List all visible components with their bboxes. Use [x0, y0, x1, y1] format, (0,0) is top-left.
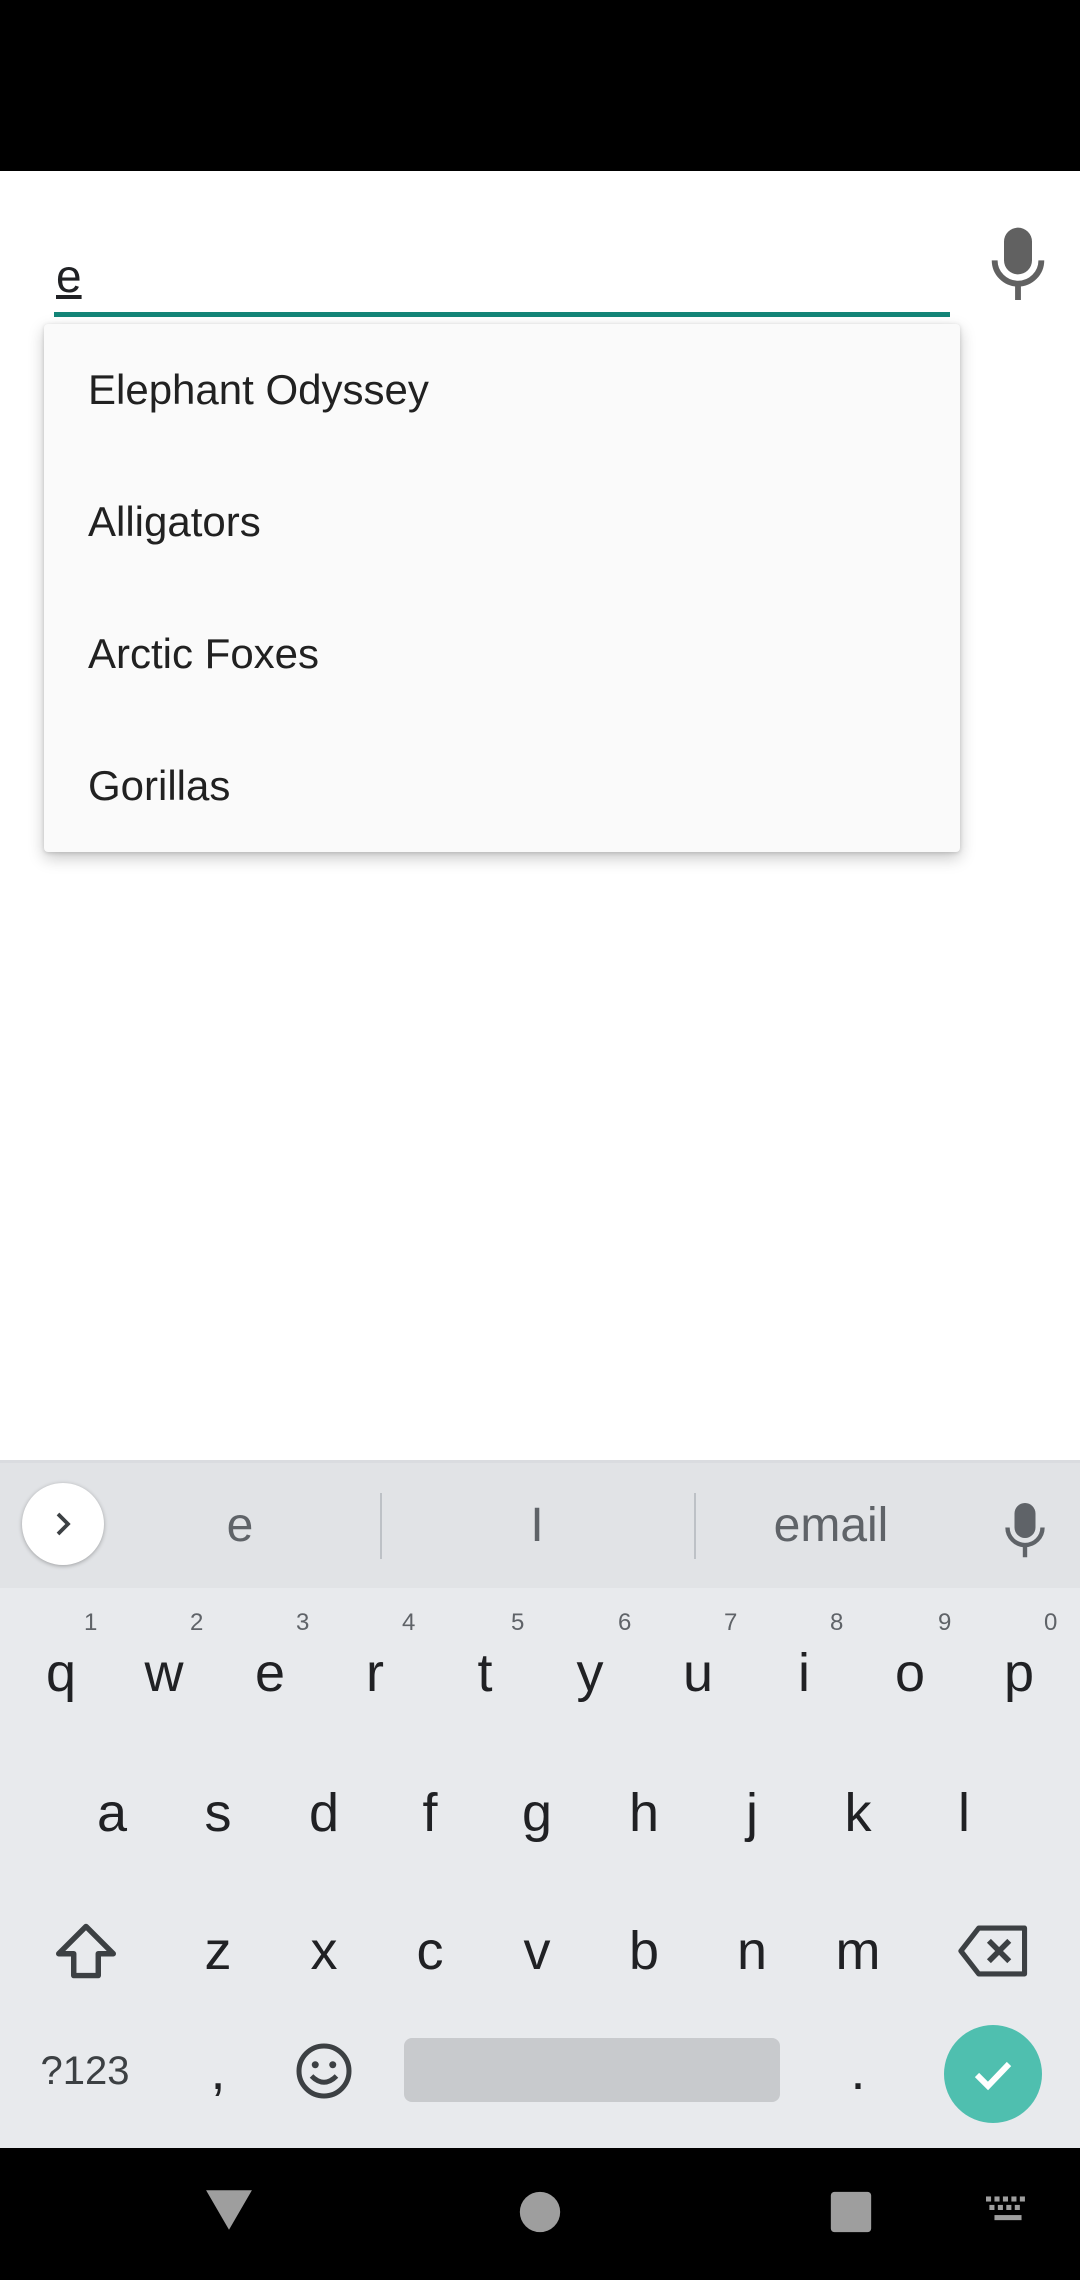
app-content: Elephant Odyssey Alligators Arctic Foxes… — [0, 171, 1080, 1460]
suggestion-label: Elephant Odyssey — [88, 366, 429, 413]
suggestion-label: Alligators — [88, 498, 261, 545]
checkmark-icon — [974, 2061, 1012, 2091]
key-k[interactable]: k — [814, 1763, 902, 1863]
key-n[interactable]: n — [708, 1901, 796, 2001]
enter-key[interactable] — [944, 2025, 1042, 2123]
key-i[interactable]: i — [760, 1623, 848, 1723]
microphone-icon[interactable] — [990, 227, 1046, 303]
chevron-right-icon — [56, 1512, 71, 1536]
suggestion-label: Arctic Foxes — [88, 630, 320, 677]
navigation-bar — [0, 2148, 1080, 2280]
key-y[interactable]: y — [546, 1623, 634, 1723]
key-hint: 8 — [830, 1609, 844, 1636]
space-key[interactable] — [404, 2038, 780, 2102]
key-b[interactable]: b — [600, 1901, 688, 2001]
word-suggestion[interactable]: I — [437, 1463, 637, 1588]
key-c[interactable]: c — [386, 1901, 474, 2001]
emoji-icon — [296, 2043, 352, 2099]
key-j[interactable]: j — [708, 1763, 796, 1863]
key-g[interactable]: g — [493, 1763, 581, 1863]
key-hint: 1 — [84, 1609, 98, 1636]
key-w[interactable]: w — [120, 1623, 208, 1723]
key-hint: 2 — [190, 1609, 204, 1636]
key-t[interactable]: t — [441, 1623, 529, 1723]
search-input[interactable] — [54, 239, 950, 317]
keyboard-suggestion-strip: e I email — [0, 1463, 1080, 1588]
key-r[interactable]: r — [331, 1623, 419, 1723]
key-p[interactable]: p — [975, 1623, 1063, 1723]
keyboard-expand-button[interactable] — [22, 1483, 104, 1565]
autocomplete-dropdown: Elephant Odyssey Alligators Arctic Foxes… — [44, 324, 960, 852]
key-z[interactable]: z — [174, 1901, 262, 2001]
suggestion-item[interactable]: Arctic Foxes — [44, 588, 960, 720]
key-hint: 7 — [724, 1609, 738, 1636]
key-hint: 9 — [938, 1609, 952, 1636]
key-h[interactable]: h — [600, 1763, 688, 1863]
back-icon[interactable] — [204, 2188, 254, 2232]
suggestion-label: Gorillas — [88, 762, 231, 809]
key-x[interactable]: x — [280, 1901, 368, 2001]
period-key[interactable]: . — [814, 2021, 902, 2121]
home-icon[interactable] — [518, 2190, 562, 2234]
word-suggestion[interactable]: email — [731, 1463, 931, 1588]
backspace-key[interactable] — [948, 1901, 1040, 2001]
key-q[interactable]: q — [17, 1623, 105, 1723]
key-u[interactable]: u — [654, 1623, 742, 1723]
key-e[interactable]: e — [226, 1623, 314, 1723]
key-hint: 5 — [511, 1609, 525, 1636]
suggestion-item[interactable]: Elephant Odyssey — [44, 324, 960, 456]
key-d[interactable]: d — [280, 1763, 368, 1863]
key-hint: 4 — [402, 1609, 416, 1636]
status-bar — [0, 0, 1080, 171]
key-o[interactable]: o — [866, 1623, 954, 1723]
key-m[interactable]: m — [814, 1901, 902, 2001]
keyboard-switch-icon[interactable] — [986, 2196, 1030, 2224]
key-hint: 3 — [296, 1609, 310, 1636]
suggestion-divider — [694, 1493, 696, 1559]
emoji-key[interactable] — [280, 2021, 368, 2121]
backspace-icon — [958, 1925, 1028, 1977]
comma-key[interactable]: , — [174, 2021, 262, 2121]
on-screen-keyboard: e I email q 1 w 2 e 3 r 4 t 5 y 6 u 7 i … — [0, 1460, 1080, 2148]
suggestion-item[interactable]: Gorillas — [44, 720, 960, 852]
key-hint: 6 — [618, 1609, 632, 1636]
key-l[interactable]: l — [920, 1763, 1008, 1863]
key-a[interactable]: a — [68, 1763, 156, 1863]
recents-icon[interactable] — [829, 2190, 873, 2234]
symbols-key[interactable]: ?123 — [20, 2021, 150, 2121]
key-hint: 0 — [1044, 1609, 1058, 1636]
shift-key[interactable] — [40, 1901, 132, 2001]
key-f[interactable]: f — [386, 1763, 474, 1863]
voice-input-icon[interactable] — [1004, 1503, 1046, 1559]
key-s[interactable]: s — [174, 1763, 262, 1863]
key-v[interactable]: v — [493, 1901, 581, 2001]
word-suggestion[interactable]: e — [140, 1463, 340, 1588]
suggestion-divider — [380, 1493, 382, 1559]
shift-icon — [56, 1923, 116, 1979]
suggestion-item[interactable]: Alligators — [44, 456, 960, 588]
